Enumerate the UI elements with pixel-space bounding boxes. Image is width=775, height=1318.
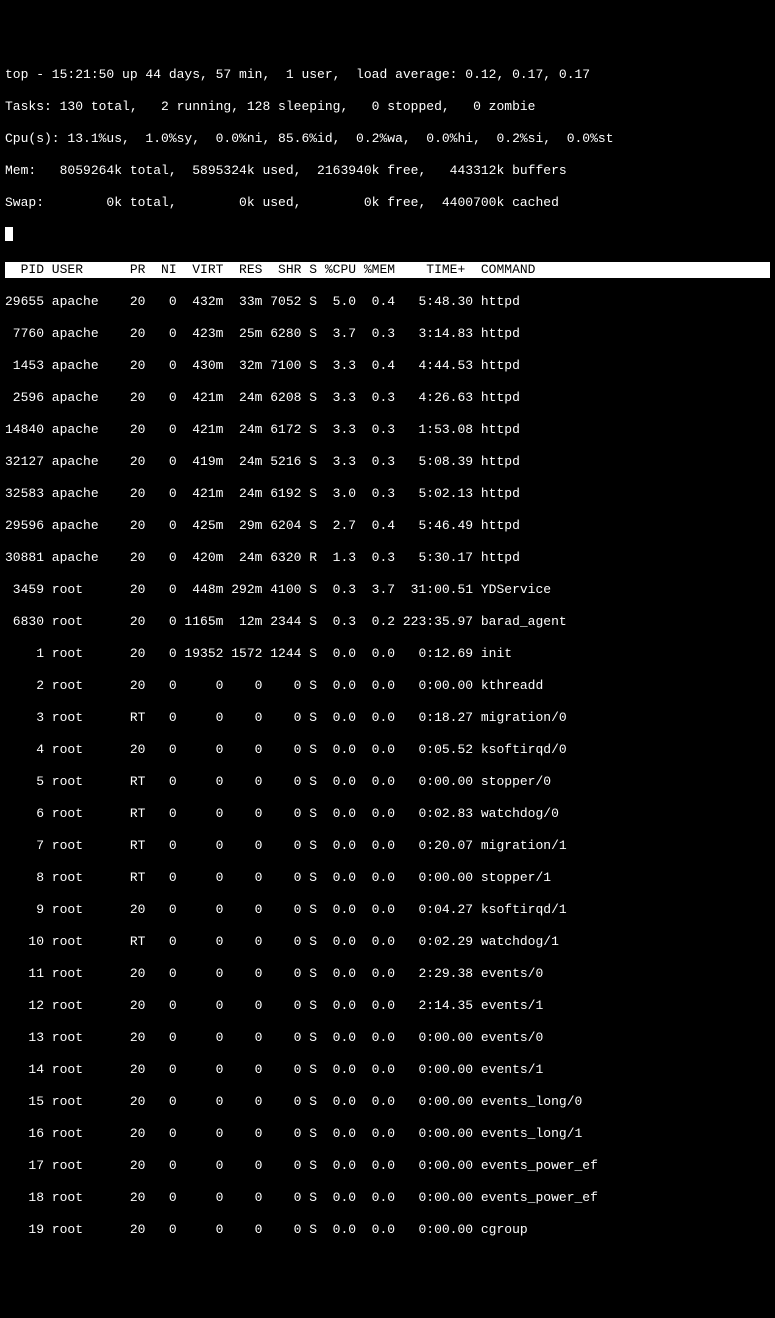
process-row: 15 root 20 0 0 0 0 S 0.0 0.0 0:00.00 eve… xyxy=(5,1094,770,1110)
process-row: 9 root 20 0 0 0 0 S 0.0 0.0 0:04.27 ksof… xyxy=(5,902,770,918)
process-row: 2 root 20 0 0 0 0 S 0.0 0.0 0:00.00 kthr… xyxy=(5,678,770,694)
process-row: 5 root RT 0 0 0 0 S 0.0 0.0 0:00.00 stop… xyxy=(5,774,770,790)
process-row: 8 root RT 0 0 0 0 S 0.0 0.0 0:00.00 stop… xyxy=(5,870,770,886)
process-row: 19 root 20 0 0 0 0 S 0.0 0.0 0:00.00 cgr… xyxy=(5,1222,770,1238)
process-row: 13 root 20 0 0 0 0 S 0.0 0.0 0:00.00 eve… xyxy=(5,1030,770,1046)
process-row: 30881 apache 20 0 420m 24m 6320 R 1.3 0.… xyxy=(5,550,770,566)
process-row: 29596 apache 20 0 425m 29m 6204 S 2.7 0.… xyxy=(5,518,770,534)
process-row: 6830 root 20 0 1165m 12m 2344 S 0.3 0.2 … xyxy=(5,614,770,630)
process-row: 1453 apache 20 0 430m 32m 7100 S 3.3 0.4… xyxy=(5,358,770,374)
process-row: 14 root 20 0 0 0 0 S 0.0 0.0 0:00.00 eve… xyxy=(5,1062,770,1078)
process-row: 3 root RT 0 0 0 0 S 0.0 0.0 0:18.27 migr… xyxy=(5,710,770,726)
summary-line-3: Cpu(s): 13.1%us, 1.0%sy, 0.0%ni, 85.6%id… xyxy=(5,131,770,147)
process-row: 11 root 20 0 0 0 0 S 0.0 0.0 2:29.38 eve… xyxy=(5,966,770,982)
summary-line-4: Mem: 8059264k total, 5895324k used, 2163… xyxy=(5,163,770,179)
blank-line xyxy=(5,227,770,246)
process-row: 32127 apache 20 0 419m 24m 5216 S 3.3 0.… xyxy=(5,454,770,470)
process-row: 14840 apache 20 0 421m 24m 6172 S 3.3 0.… xyxy=(5,422,770,438)
summary-line-1: top - 15:21:50 up 44 days, 57 min, 1 use… xyxy=(5,67,770,83)
process-row: 29655 apache 20 0 432m 33m 7052 S 5.0 0.… xyxy=(5,294,770,310)
process-row: 6 root RT 0 0 0 0 S 0.0 0.0 0:02.83 watc… xyxy=(5,806,770,822)
summary-line-5: Swap: 0k total, 0k used, 0k free, 440070… xyxy=(5,195,770,211)
process-row: 4 root 20 0 0 0 0 S 0.0 0.0 0:05.52 ksof… xyxy=(5,742,770,758)
column-header: PID USER PR NI VIRT RES SHR S %CPU %MEM … xyxy=(5,262,770,278)
process-row: 16 root 20 0 0 0 0 S 0.0 0.0 0:00.00 eve… xyxy=(5,1126,770,1142)
process-row: 12 root 20 0 0 0 0 S 0.0 0.0 2:14.35 eve… xyxy=(5,998,770,1014)
process-row: 17 root 20 0 0 0 0 S 0.0 0.0 0:00.00 eve… xyxy=(5,1158,770,1174)
process-row: 2596 apache 20 0 421m 24m 6208 S 3.3 0.3… xyxy=(5,390,770,406)
process-row: 18 root 20 0 0 0 0 S 0.0 0.0 0:00.00 eve… xyxy=(5,1190,770,1206)
summary-line-2: Tasks: 130 total, 2 running, 128 sleepin… xyxy=(5,99,770,115)
process-row: 10 root RT 0 0 0 0 S 0.0 0.0 0:02.29 wat… xyxy=(5,934,770,950)
process-row: 1 root 20 0 19352 1572 1244 S 0.0 0.0 0:… xyxy=(5,646,770,662)
process-row: 3459 root 20 0 448m 292m 4100 S 0.3 3.7 … xyxy=(5,582,770,598)
process-row: 7 root RT 0 0 0 0 S 0.0 0.0 0:20.07 migr… xyxy=(5,838,770,854)
process-row: 32583 apache 20 0 421m 24m 6192 S 3.0 0.… xyxy=(5,486,770,502)
cursor-icon xyxy=(5,227,13,241)
process-row: 7760 apache 20 0 423m 25m 6280 S 3.7 0.3… xyxy=(5,326,770,342)
